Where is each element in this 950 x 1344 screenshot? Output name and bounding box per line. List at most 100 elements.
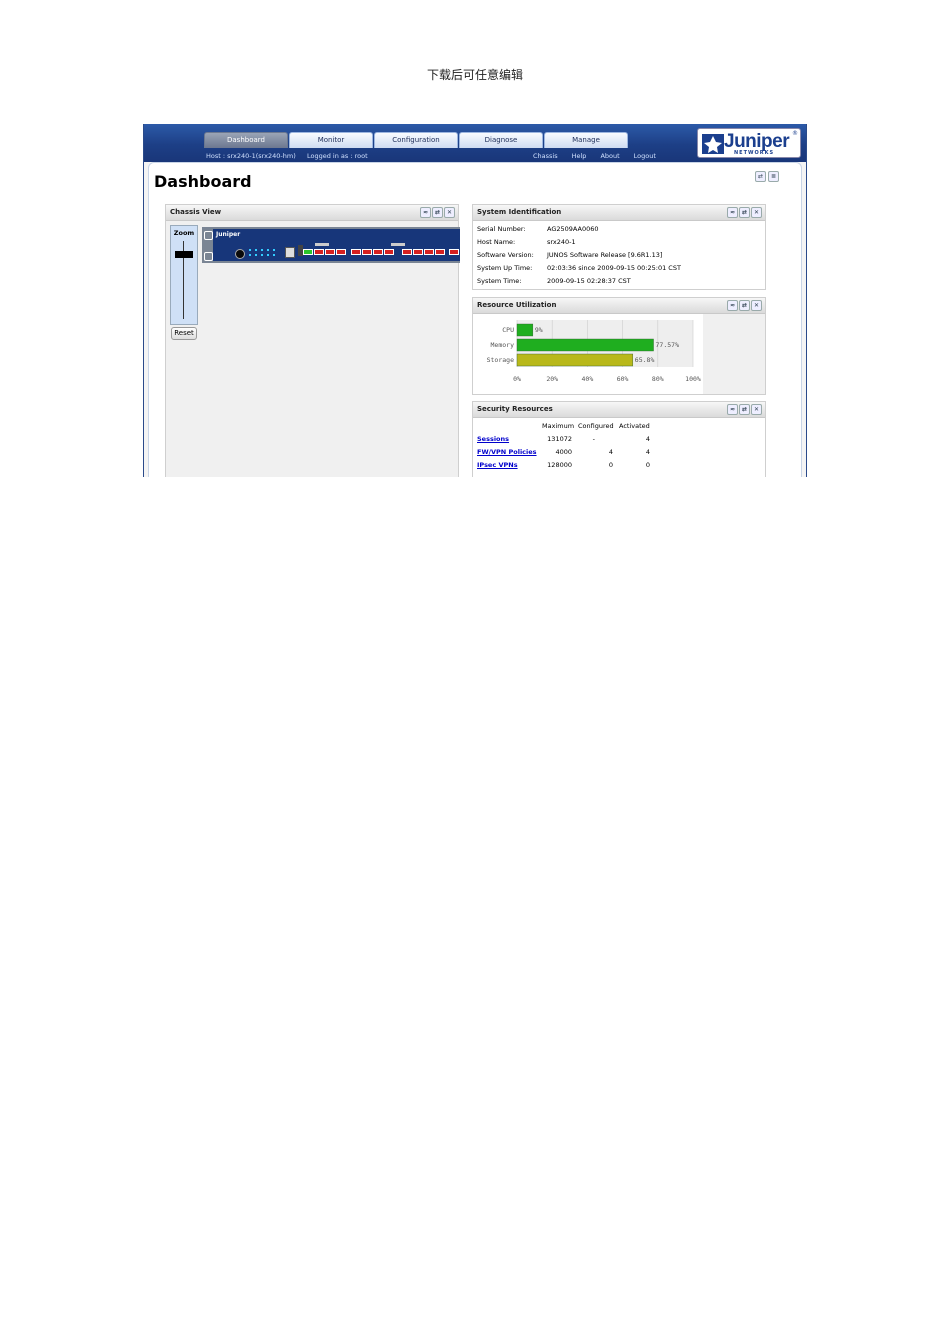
zoom-slider-thumb[interactable] (175, 251, 193, 258)
ethernet-port[interactable] (336, 249, 346, 255)
info-row: System Time: 2009-09-15 02:28:37 CST (473, 275, 765, 288)
resource-chart-area: CPU 9% Memory 77.57% Storage 65.8% 0% 20% 40% 60%… (473, 314, 765, 394)
cell-activated: 0 (645, 461, 650, 469)
ethernet-port[interactable] (402, 249, 412, 255)
status-led-icon (267, 254, 269, 256)
info-row: System Up Time: 02:03:36 since 2009-09-1… (473, 262, 765, 275)
close-icon[interactable]: ✕ (444, 207, 455, 218)
status-led-icon (273, 254, 275, 256)
ethernet-port[interactable] (362, 249, 372, 255)
refresh-icon[interactable]: ⇄ (739, 207, 750, 218)
panel-title: Chassis View (170, 208, 222, 216)
resource-utilization-chart: CPU 9% Memory 77.57% Storage 65.8% 0% 20% 40% 60%… (473, 314, 703, 394)
status-led-icon (255, 249, 257, 251)
tab-monitor[interactable]: Monitor (289, 132, 373, 148)
ethernet-port[interactable] (424, 249, 434, 255)
security-resources-header: Security Resources ≈ ⇄ ✕ (473, 402, 765, 418)
logged-in-info: Logged in as : root (307, 152, 368, 160)
info-row: Serial Number: AG2509AA0060 (473, 223, 765, 236)
panel-title: Resource Utilization (477, 301, 557, 309)
tick-label: 0% (513, 375, 521, 383)
system-up-time-label: System Up Time: (477, 264, 533, 272)
link-help[interactable]: Help (572, 152, 587, 160)
logo-subtitle: NETWORKS (734, 150, 775, 156)
cell-configured: 4 (608, 448, 613, 456)
ethernet-port[interactable] (384, 249, 394, 255)
cell-activated: 4 (645, 448, 650, 456)
collapse-icon[interactable]: ≈ (727, 404, 738, 415)
category-label: CPU (502, 326, 514, 334)
refresh-icon[interactable]: ⇄ (755, 171, 766, 182)
chassis-view-header: Chassis View ≈ ⇄ ✕ (166, 205, 458, 221)
chassis-device-image[interactable]: Juniper (202, 227, 460, 263)
bar (516, 323, 534, 337)
refresh-icon[interactable]: ⇄ (739, 404, 750, 415)
tab-diagnose[interactable]: Diagnose (459, 132, 543, 148)
refresh-icon[interactable]: ⇄ (432, 207, 443, 218)
panel-title: Security Resources (477, 405, 553, 413)
system-identification-body: Serial Number: AG2509AA0060 Host Name: s… (473, 221, 765, 289)
close-icon[interactable]: ✕ (751, 404, 762, 415)
top-navigation-bar: Dashboard Monitor Configuration Diagnose… (144, 124, 806, 162)
security-table: Maximum Configured Activated Sessions 13… (473, 420, 765, 472)
panel-tools: ≈ ⇄ ✕ (727, 404, 762, 415)
ipsec-vpns-link[interactable]: IPsec VPNs (477, 459, 518, 472)
panel-tools: ≈ ⇄ ✕ (727, 300, 762, 311)
security-resources-body: Maximum Configured Activated Sessions 13… (473, 418, 765, 477)
tab-dashboard[interactable]: Dashboard (204, 132, 288, 148)
collapse-icon[interactable]: ≈ (727, 207, 738, 218)
value-label: 77.57% (656, 341, 680, 349)
ethernet-port[interactable] (413, 249, 423, 255)
tick-label: 40% (582, 375, 594, 383)
refresh-icon[interactable]: ⇄ (739, 300, 750, 311)
juniper-logo: Juniper NETWORKS ® (697, 128, 801, 158)
ethernet-port[interactable] (351, 249, 361, 255)
module-slot-icon (315, 243, 329, 246)
screenshot-frame: Dashboard Monitor Configuration Diagnose… (143, 124, 807, 477)
tab-manage[interactable]: Manage (544, 132, 628, 148)
zoom-label: Zoom (173, 229, 195, 237)
tab-configuration[interactable]: Configuration (374, 132, 458, 148)
page-title: Dashboard (154, 172, 252, 191)
close-icon[interactable]: ✕ (751, 207, 762, 218)
ethernet-port[interactable] (435, 249, 445, 255)
ethernet-port[interactable] (449, 249, 459, 255)
value-label: 65.8% (635, 356, 655, 364)
resource-utilization-header: Resource Utilization ≈ ⇄ ✕ (473, 298, 765, 314)
info-row: Software Version: JUNOS Software Release… (473, 249, 765, 262)
link-about[interactable]: About (600, 152, 619, 160)
cell-maximum: 4000 (555, 448, 572, 456)
power-button-icon[interactable] (235, 249, 245, 259)
tick-label: 20% (546, 375, 558, 383)
panel-tools: ≈ ⇄ ✕ (420, 207, 455, 218)
link-chassis[interactable]: Chassis (533, 152, 558, 160)
system-up-time-value: 02:03:36 since 2009-09-15 00:25:01 CST (547, 264, 681, 272)
fw-vpn-policies-link[interactable]: FW/VPN Policies (477, 446, 537, 459)
value-label: 9% (535, 326, 543, 334)
close-icon[interactable]: ✕ (751, 300, 762, 311)
collapse-icon[interactable]: ≈ (727, 300, 738, 311)
console-port-icon[interactable] (285, 247, 295, 258)
column-header: Configured (578, 422, 614, 430)
reset-button[interactable]: Reset (171, 327, 197, 340)
cell-activated: 4 (645, 435, 650, 443)
ethernet-port[interactable] (373, 249, 383, 255)
column-header: Activated (619, 422, 650, 430)
status-led-icon (261, 254, 263, 256)
column-header: Maximum (542, 422, 575, 430)
status-led-icon (249, 254, 251, 256)
bar (516, 353, 634, 367)
sessions-link[interactable]: Sessions (477, 433, 509, 446)
zoom-control: Zoom (170, 225, 198, 325)
collapse-icon[interactable]: ≈ (420, 207, 431, 218)
list-icon[interactable]: ≣ (768, 171, 779, 182)
dashboard-content: Dashboard ⇄ ≣ Chassis View ≈ ⇄ ✕ Zoom Re… (148, 162, 802, 477)
link-logout[interactable]: Logout (634, 152, 656, 160)
ethernet-port[interactable] (314, 249, 324, 255)
table-header-row: Maximum Configured Activated (473, 420, 765, 433)
panel-title: System Identification (477, 208, 562, 216)
ethernet-port[interactable] (325, 249, 335, 255)
table-row: FW/VPN Policies 4000 4 4 (473, 446, 765, 459)
juniper-leaf-icon (702, 134, 724, 154)
ethernet-port[interactable] (303, 249, 313, 255)
